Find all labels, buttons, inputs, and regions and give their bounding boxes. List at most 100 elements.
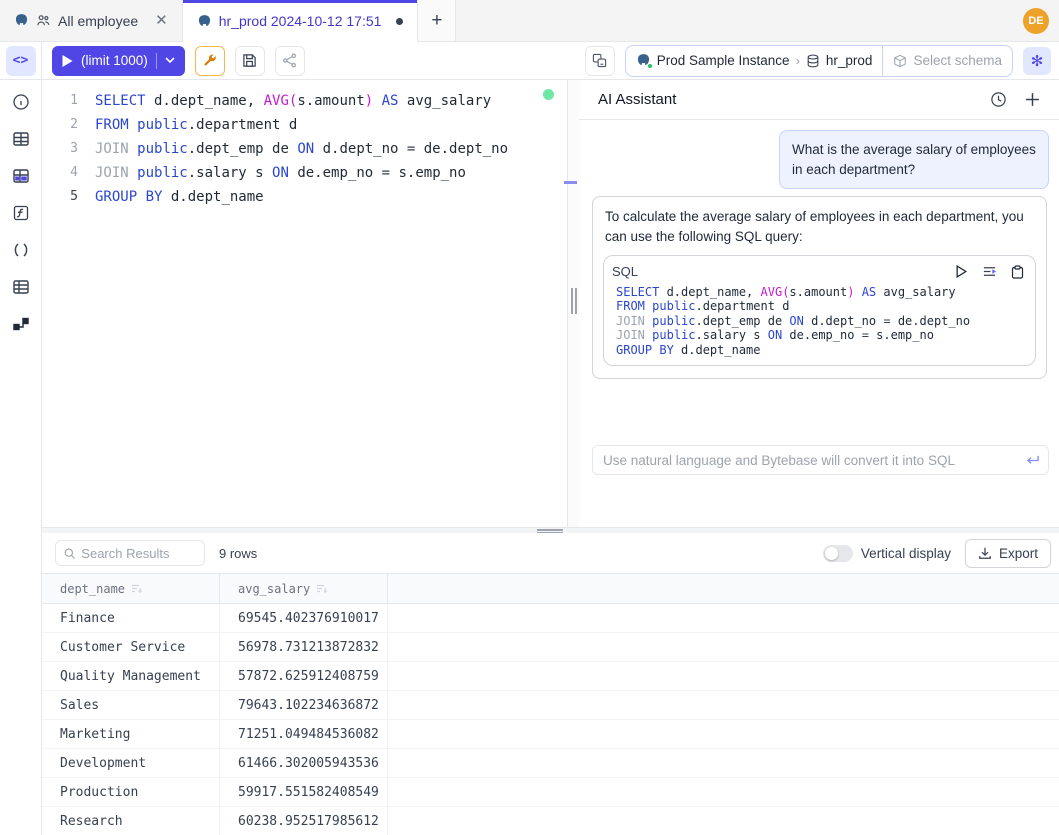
vertical-display-toggle[interactable] xyxy=(823,545,853,562)
insert-sql-into-editor-button[interactable] xyxy=(979,262,999,282)
openai-icon: ✻ xyxy=(1031,52,1044,70)
table-row[interactable]: Production59917.551582408549 xyxy=(42,778,1059,807)
openai-assistant-button[interactable]: ✻ xyxy=(1023,47,1051,75)
wrench-icon xyxy=(202,53,217,68)
cell-filler xyxy=(388,691,1059,719)
cell-dept-name[interactable]: Marketing xyxy=(42,720,220,748)
sidebar-item-schema-diagram[interactable] xyxy=(9,312,33,336)
insert-lines-icon xyxy=(982,264,997,279)
close-icon[interactable]: ✕ xyxy=(155,13,168,28)
cell-filler xyxy=(388,604,1059,632)
editor-code-lines[interactable]: 1SELECT d.dept_name, AVG(s.amount) AS av… xyxy=(42,89,567,209)
table-row[interactable]: Marketing71251.049484536082 xyxy=(42,720,1059,749)
cell-avg-salary[interactable]: 79643.102234636872 xyxy=(220,691,388,719)
ai-assistant-panel: AI Assistant What is the average salary … xyxy=(579,80,1059,527)
run-generated-sql-button[interactable] xyxy=(951,262,971,282)
table-row[interactable]: Research60238.952517985612 xyxy=(42,807,1059,835)
cell-avg-salary[interactable]: 56978.731213872832 xyxy=(220,633,388,661)
sidebar-item-functions[interactable] xyxy=(9,201,33,225)
new-chat-button[interactable] xyxy=(1019,87,1045,113)
sidebar-item-tables[interactable] xyxy=(9,127,33,151)
bytebase-sql-editor: All employee ✕ hr_prod 2024-10-12 17:51 … xyxy=(0,0,1059,835)
ai-prompt-input[interactable] xyxy=(593,453,1025,468)
cell-avg-salary[interactable]: 61466.302005943536 xyxy=(220,749,388,777)
vertical-resize-divider[interactable] xyxy=(567,80,579,527)
return-key-icon[interactable] xyxy=(1025,454,1040,467)
ai-prompt-input-wrap xyxy=(592,445,1049,475)
results-table: dept_name avg_salary Finance69545.402376… xyxy=(42,573,1059,835)
new-tab-button[interactable]: + xyxy=(418,0,456,41)
cell-dept-name[interactable]: Production xyxy=(42,778,220,806)
table-row[interactable]: Development61466.302005943536 xyxy=(42,749,1059,778)
sheet-users-icon xyxy=(36,13,51,28)
export-label: Export xyxy=(999,546,1038,561)
ai-conversation: What is the average salary of employees … xyxy=(579,120,1059,486)
tab-all-employee[interactable]: All employee ✕ xyxy=(0,0,183,41)
cell-avg-salary[interactable]: 60238.952517985612 xyxy=(220,807,388,835)
cell-filler xyxy=(388,749,1059,777)
left-sidebar xyxy=(0,80,42,835)
format-sql-button[interactable] xyxy=(195,46,225,76)
ai-panel-title: AI Assistant xyxy=(598,91,676,108)
sidebar-item-info[interactable] xyxy=(9,90,33,114)
results-panel: 9 rows Vertical display Export dept_name… xyxy=(42,533,1059,835)
schema-diagram-icon xyxy=(12,315,30,333)
save-sheet-button[interactable] xyxy=(235,46,265,76)
export-button[interactable]: Export xyxy=(965,539,1051,568)
connection-health-dot xyxy=(543,89,554,100)
vertical-display-label: Vertical display xyxy=(861,546,951,561)
user-avatar[interactable]: DE xyxy=(1023,8,1049,34)
instance-database-selector[interactable]: Prod Sample Instance › hr_prod xyxy=(626,46,883,76)
download-icon xyxy=(978,546,992,560)
tab-bar: All employee ✕ hr_prod 2024-10-12 17:51 … xyxy=(0,0,1059,42)
cell-avg-salary[interactable]: 59917.551582408549 xyxy=(220,778,388,806)
cell-avg-salary[interactable]: 71251.049484536082 xyxy=(220,720,388,748)
sidebar-item-parentheses[interactable] xyxy=(9,238,33,262)
table-row[interactable]: Quality Management57872.625912408759 xyxy=(42,662,1059,691)
sidebar-item-table-rows[interactable] xyxy=(9,275,33,299)
sort-icon[interactable] xyxy=(316,583,328,595)
column-header-dept-name[interactable]: dept_name xyxy=(42,574,220,603)
cell-avg-salary[interactable]: 57872.625912408759 xyxy=(220,662,388,690)
chat-history-button[interactable] xyxy=(985,87,1011,113)
instance-name: Prod Sample Instance xyxy=(657,53,790,68)
connection-selector: Prod Sample Instance › hr_prod Select sc… xyxy=(625,45,1013,77)
table-row[interactable]: Sales79643.102234636872 xyxy=(42,691,1059,720)
sort-icon[interactable] xyxy=(131,583,143,595)
schema-selector[interactable]: Select schema xyxy=(882,46,1012,76)
editor-toolbar: <> (limit 1000) xyxy=(0,42,1059,80)
plus-icon xyxy=(1025,92,1040,107)
status-dot-green xyxy=(647,63,653,69)
search-icon xyxy=(64,547,75,560)
cell-dept-name[interactable]: Sales xyxy=(42,691,220,719)
save-icon xyxy=(242,53,257,68)
run-query-button[interactable]: (limit 1000) xyxy=(52,46,185,76)
cell-dept-name[interactable]: Development xyxy=(42,749,220,777)
cell-dept-name[interactable]: Research xyxy=(42,807,220,835)
table-row[interactable]: Finance69545.402376910017 xyxy=(42,604,1059,633)
column-header-avg-salary[interactable]: avg_salary xyxy=(220,574,388,603)
schema-compare-button[interactable] xyxy=(585,46,615,76)
sidebar-item-table-data[interactable] xyxy=(9,164,33,188)
cell-filler xyxy=(388,778,1059,806)
cell-dept-name[interactable]: Quality Management xyxy=(42,662,220,690)
share-sheet-button[interactable] xyxy=(275,46,305,76)
column-header-filler xyxy=(388,574,1059,603)
tab-hr-prod[interactable]: hr_prod 2024-10-12 17:51 xyxy=(183,0,419,42)
cell-dept-name[interactable]: Finance xyxy=(42,604,220,632)
table-header-row: dept_name avg_salary xyxy=(42,573,1059,604)
sql-editor[interactable]: 1SELECT d.dept_name, AVG(s.amount) AS av… xyxy=(42,80,567,527)
search-results-input[interactable] xyxy=(81,546,196,561)
sql-block-header: SQL xyxy=(612,261,1027,283)
cell-dept-name[interactable]: Customer Service xyxy=(42,633,220,661)
table-row[interactable]: Customer Service56978.731213872832 xyxy=(42,633,1059,662)
postgres-icon xyxy=(197,14,212,29)
sql-editor-mode-button[interactable]: <> xyxy=(6,46,36,76)
cell-avg-salary[interactable]: 69545.402376910017 xyxy=(220,604,388,632)
table-rows-icon xyxy=(12,278,30,296)
table-highlight-icon xyxy=(12,167,30,185)
button-divider xyxy=(156,53,157,69)
copy-sql-button[interactable] xyxy=(1007,262,1027,282)
drag-handle-icon[interactable] xyxy=(571,288,577,314)
search-results-box[interactable] xyxy=(55,540,205,566)
